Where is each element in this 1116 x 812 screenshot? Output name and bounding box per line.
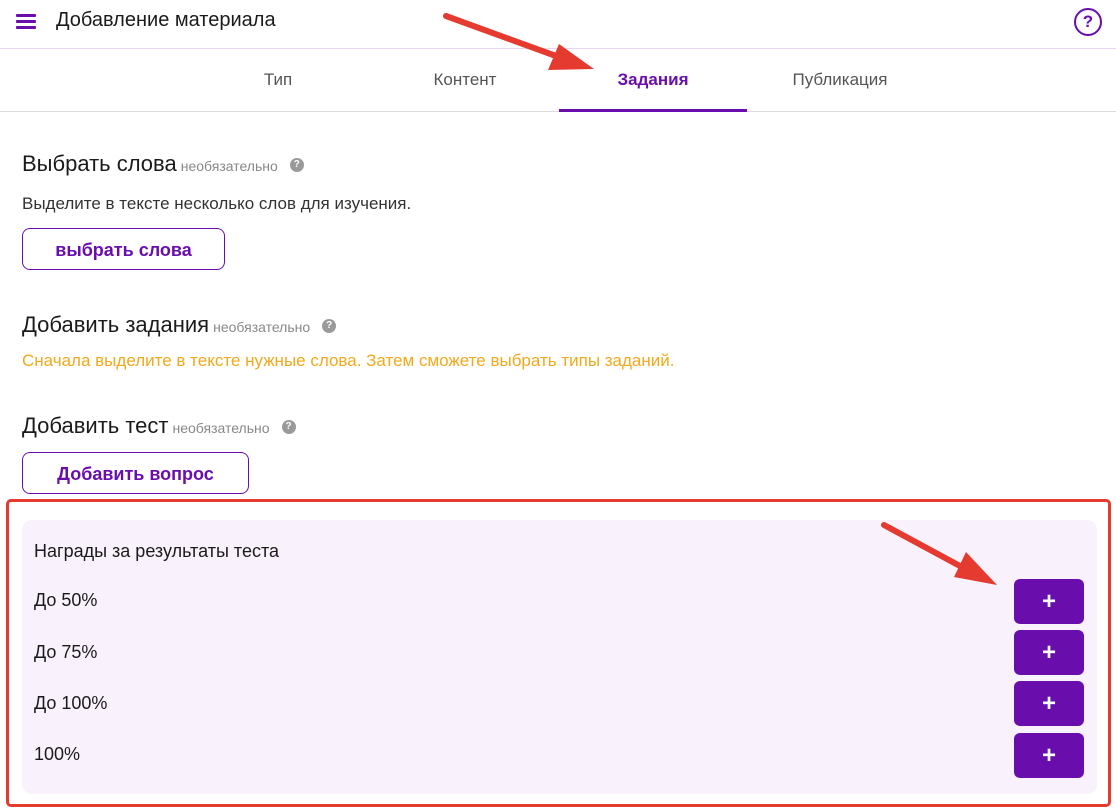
question-hint-icon[interactable]: ?: [289, 158, 304, 172]
tab-type[interactable]: Тип: [223, 49, 333, 111]
reward-label-75: До 75%: [34, 642, 98, 662]
tab-publication[interactable]: Публикация: [765, 49, 915, 111]
reward-label-50: До 50%: [34, 590, 98, 610]
page-title: Добавление материала: [56, 9, 276, 31]
reward-label-100: 100%: [34, 744, 81, 764]
add-question-button[interactable]: Добавить вопрос: [22, 452, 249, 494]
add-reward-75-button[interactable]: +: [1014, 630, 1084, 675]
add-reward-50-button[interactable]: +: [1014, 579, 1084, 624]
add-tasks-title: Добавить задания: [22, 312, 210, 337]
optional-label: необязательно: [180, 158, 278, 174]
question-hint-icon[interactable]: ?: [322, 319, 337, 333]
rewards-title: Награды за результаты теста: [34, 541, 280, 561]
tab-bar: Тип Контент Задания Публикация: [0, 49, 1116, 112]
hamburger-menu-icon[interactable]: [16, 12, 38, 30]
question-hint-icon[interactable]: ?: [281, 420, 296, 434]
select-words-button[interactable]: выбрать слова: [22, 228, 225, 270]
add-test-title: Добавить тест: [22, 413, 169, 438]
add-tasks-heading: Добавить задания необязательно?: [22, 312, 337, 338]
app-header: Добавление материала ?: [0, 0, 1116, 49]
optional-label: необязательно: [213, 319, 311, 335]
select-words-description: Выделите в тексте несколько слов для изу…: [22, 194, 412, 213]
tab-tasks[interactable]: Задания: [559, 49, 747, 112]
add-reward-under-100-button[interactable]: +: [1014, 681, 1084, 726]
reward-label-under-100: До 100%: [34, 693, 108, 713]
help-circle-icon[interactable]: ?: [1074, 8, 1102, 36]
add-test-heading: Добавить тест необязательно?: [22, 413, 296, 439]
select-words-title: Выбрать слова: [22, 151, 177, 176]
add-tasks-warning: Сначала выделите в тексте нужные слова. …: [22, 351, 675, 370]
add-reward-100-button[interactable]: +: [1014, 733, 1084, 778]
optional-label: необязательно: [172, 420, 270, 436]
tab-content[interactable]: Контент: [400, 49, 530, 111]
select-words-heading: Выбрать слова необязательно?: [22, 151, 304, 177]
test-rewards-panel: Награды за результаты теста До 50% + До …: [22, 520, 1097, 794]
